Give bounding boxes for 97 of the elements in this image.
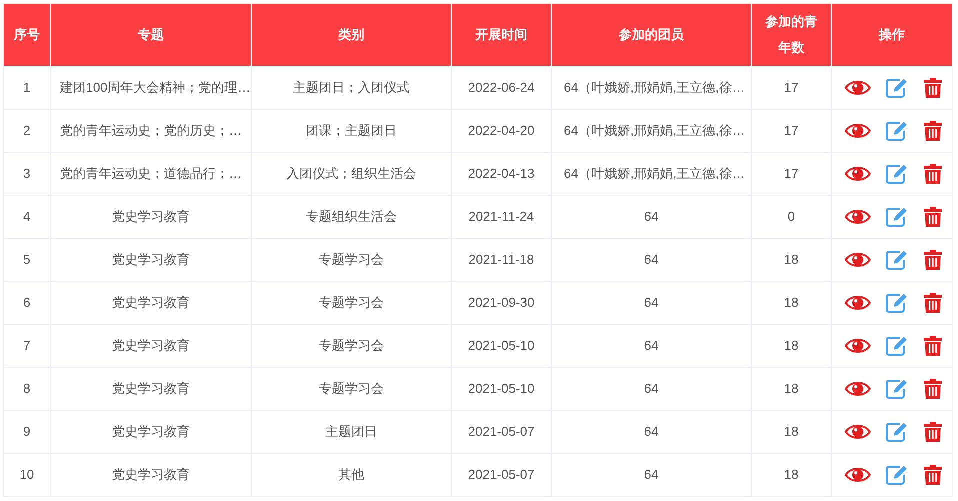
eye-icon[interactable] [845, 380, 871, 398]
eye-icon[interactable] [845, 208, 871, 226]
table-cell: 64 [552, 410, 752, 454]
table-cell: 党的青年运动史；党的历史；… [50, 110, 252, 152]
table-cell: 党的青年运动史；道德品行；… [50, 152, 252, 196]
table-cell: 64 [552, 324, 752, 368]
column-header: 操作 [832, 4, 952, 66]
table-cell: 64（叶娥娇,邢娟娟,王立德,徐… [552, 66, 752, 110]
table-cell: 专题学习会 [252, 282, 452, 324]
table-cell: 党史学习教育 [50, 282, 252, 324]
trash-icon[interactable] [923, 464, 943, 486]
table-cell: 64 [552, 238, 752, 282]
trash-icon[interactable] [923, 206, 943, 228]
table-cell: 2021-05-07 [452, 454, 552, 496]
table-cell: 其他 [252, 454, 452, 496]
trash-icon[interactable] [923, 163, 943, 185]
column-header: 参加的团员 [552, 4, 752, 66]
table-cell: 64 [552, 368, 752, 410]
table-cell: 党史学习教育 [50, 196, 252, 238]
table-cell: 2021-09-30 [452, 282, 552, 324]
edit-icon[interactable] [885, 464, 909, 486]
table-cell: 2021-05-10 [452, 368, 552, 410]
table-cell: 2 [4, 110, 50, 152]
table-cell: 5 [4, 238, 50, 282]
table-cell: 党史学习教育 [50, 368, 252, 410]
table-cell: 64（叶娥娇,邢娟娟,王立德,徐… [552, 152, 752, 196]
table-cell: 7 [4, 324, 50, 368]
edit-icon[interactable] [885, 378, 909, 400]
table-cell: 1 [4, 66, 50, 110]
edit-icon[interactable] [885, 163, 909, 185]
table-cell: 党史学习教育 [50, 324, 252, 368]
eye-icon[interactable] [845, 423, 871, 441]
table-cell: 团课；主题团日 [252, 110, 452, 152]
eye-icon[interactable] [845, 251, 871, 269]
table-cell: 18 [752, 368, 832, 410]
eye-icon[interactable] [845, 466, 871, 484]
table-cell: 2022-06-24 [452, 66, 552, 110]
table-cell: 党史学习教育 [50, 410, 252, 454]
edit-icon[interactable] [885, 206, 909, 228]
column-header: 开展时间 [452, 4, 552, 66]
table-cell: 2021-11-18 [452, 238, 552, 282]
table-cell: 4 [4, 196, 50, 238]
edit-icon[interactable] [885, 292, 909, 314]
edit-icon[interactable] [885, 421, 909, 443]
edit-icon[interactable] [885, 249, 909, 271]
eye-icon[interactable] [845, 122, 871, 140]
table-cell: 18 [752, 238, 832, 282]
table-cell: 64 [552, 282, 752, 324]
table-cell: 入团仪式；组织生活会 [252, 152, 452, 196]
eye-icon[interactable] [845, 79, 871, 97]
trash-icon[interactable] [923, 335, 943, 357]
eye-icon[interactable] [845, 294, 871, 312]
eye-icon[interactable] [845, 165, 871, 183]
table-cell: 2022-04-13 [452, 152, 552, 196]
table-cell: 8 [4, 368, 50, 410]
table-cell: 18 [752, 410, 832, 454]
table-cell: 18 [752, 454, 832, 496]
trash-icon[interactable] [923, 120, 943, 142]
edit-icon[interactable] [885, 77, 909, 99]
table-cell: 2021-05-10 [452, 324, 552, 368]
table-cell: 17 [752, 110, 832, 152]
table-cell: 专题学习会 [252, 324, 452, 368]
edit-icon[interactable] [885, 335, 909, 357]
table-cell: 18 [752, 282, 832, 324]
table-cell: 主题团日；入团仪式 [252, 66, 452, 110]
table-cell: 建团100周年大会精神；党的理… [50, 66, 252, 110]
column-header: 类别 [252, 4, 452, 66]
table-cell: 主题团日 [252, 410, 452, 454]
table-cell: 64 [552, 196, 752, 238]
table-cell: 2022-04-20 [452, 110, 552, 152]
trash-icon[interactable] [923, 292, 943, 314]
table-cell: 党史学习教育 [50, 238, 252, 282]
eye-icon[interactable] [845, 337, 871, 355]
trash-icon[interactable] [923, 378, 943, 400]
table-cell: 10 [4, 454, 50, 496]
table-cell: 党史学习教育 [50, 454, 252, 496]
table-cell: 专题学习会 [252, 238, 452, 282]
table-cell: 17 [752, 152, 832, 196]
table-cell: 专题学习会 [252, 368, 452, 410]
table-cell: 0 [752, 196, 832, 238]
column-header: 参加的青年数 [752, 4, 832, 66]
trash-icon[interactable] [923, 249, 943, 271]
table-cell: 64（叶娥娇,邢娟娟,王立德,徐… [552, 110, 752, 152]
column-header: 序号 [4, 4, 50, 66]
trash-icon[interactable] [923, 77, 943, 99]
table-cell: 64 [552, 454, 752, 496]
column-header: 专题 [50, 4, 252, 66]
table-cell: 3 [4, 152, 50, 196]
table-cell: 17 [752, 66, 832, 110]
table-cell: 专题组织生活会 [252, 196, 452, 238]
table-cell: 2021-11-24 [452, 196, 552, 238]
table-cell: 6 [4, 282, 50, 324]
trash-icon[interactable] [923, 421, 943, 443]
table-cell: 2021-05-07 [452, 410, 552, 454]
table-cell: 9 [4, 410, 50, 454]
table-cell: 18 [752, 324, 832, 368]
edit-icon[interactable] [885, 120, 909, 142]
